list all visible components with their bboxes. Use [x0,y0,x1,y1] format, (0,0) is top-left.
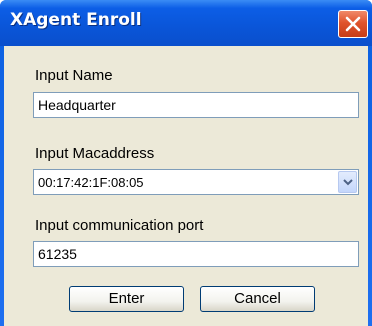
title-bar[interactable]: XAgent Enroll [0,0,372,46]
enter-button[interactable]: Enter [69,286,184,312]
name-label: Input Name [35,67,113,84]
dialog-body: Input Name Headquarter Input Macaddress … [4,46,368,326]
dialog-window: XAgent Enroll Input Name Headquarter Inp… [0,0,372,326]
chevron-down-icon [343,179,353,186]
cancel-button[interactable]: Cancel [200,286,315,312]
close-button[interactable] [338,10,368,38]
macaddress-select[interactable]: 00:17:42:1F:08:05 [33,169,359,195]
close-icon [345,16,361,32]
macaddress-label: Input Macaddress [35,145,155,162]
name-input[interactable]: Headquarter [33,92,359,118]
window-title: XAgent Enroll [10,10,142,30]
macaddress-value: 00:17:42:1F:08:05 [38,175,144,190]
macaddress-dropdown-button[interactable] [338,171,357,193]
port-input[interactable]: 61235 [33,241,359,267]
port-label: Input communication port [35,217,204,234]
